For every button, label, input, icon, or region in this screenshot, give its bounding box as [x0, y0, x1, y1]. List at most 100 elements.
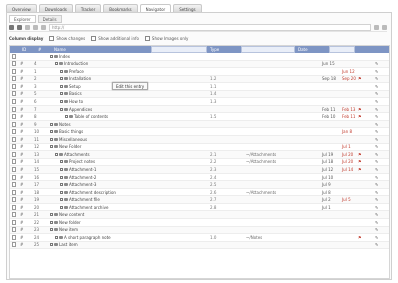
row-name[interactable]: New content [59, 212, 84, 217]
filter-option-images[interactable]: Show Images only [144, 35, 188, 41]
edit-icon[interactable]: ✎ [375, 91, 383, 96]
tree-expander-icon[interactable] [60, 167, 63, 171]
tree-expander-icon[interactable] [60, 92, 63, 96]
table-row[interactable]: #8 Table of contents 1.5 Feb 10 Feb 11 ⚑ ✎ [10, 113, 389, 121]
flag-icon[interactable] [358, 54, 366, 59]
flag-icon[interactable] [358, 69, 366, 74]
row-checkbox[interactable] [12, 159, 16, 165]
row-checkbox[interactable] [12, 182, 16, 188]
checkbox[interactable] [12, 204, 16, 210]
row-name[interactable]: Attachment archive [69, 205, 108, 210]
row-name[interactable]: Preface [69, 69, 84, 74]
table-row[interactable]: #2 Installation 1.2 Sep 18 Sep 20 ⚑ ✎ [10, 75, 389, 84]
checkbox[interactable] [12, 99, 16, 105]
tree-expander-icon[interactable] [50, 54, 53, 58]
checkbox[interactable] [12, 219, 16, 225]
row-name[interactable]: Appendices [69, 107, 92, 112]
tree-expander-icon[interactable] [60, 175, 63, 179]
header-id[interactable]: ID [20, 47, 36, 52]
row-name[interactable]: Attachments [64, 152, 90, 157]
table-row[interactable]: #17 Attachment-3 2.5 Jul 9 ✎ [10, 181, 389, 189]
table-row[interactable]: #5 Basics 1.4 ✎ [10, 90, 389, 99]
edit-icon[interactable]: ✎ [375, 137, 383, 142]
row-checkbox[interactable] [12, 76, 16, 82]
edit-icon[interactable] [375, 54, 383, 59]
row-checkbox[interactable] [12, 114, 16, 120]
flag-icon[interactable]: ⚑ [358, 235, 366, 240]
checkbox[interactable] [49, 35, 55, 41]
tree-expander-icon[interactable] [60, 77, 63, 81]
edit-icon[interactable]: ✎ [375, 220, 383, 225]
row-name[interactable]: A short paragraph note [64, 235, 111, 240]
row-name[interactable]: Last item [59, 242, 78, 247]
checkbox[interactable] [12, 114, 16, 120]
checkbox[interactable] [12, 121, 16, 127]
tree-expander-icon[interactable] [50, 213, 53, 217]
checkbox[interactable] [12, 151, 16, 157]
row-checkbox[interactable] [12, 189, 16, 195]
back-icon[interactable] [9, 24, 14, 30]
edit-icon[interactable]: ✎ [375, 84, 383, 89]
flag-icon[interactable] [358, 122, 366, 127]
flag-icon[interactable] [358, 175, 366, 180]
table-row[interactable]: #22 New folder ✎ [10, 219, 389, 227]
row-name[interactable]: Basics [69, 91, 82, 96]
row-name[interactable]: Notes [59, 122, 71, 127]
checkbox[interactable] [12, 68, 16, 74]
tree-expander-icon[interactable] [60, 190, 63, 194]
home-icon[interactable] [25, 24, 30, 30]
tree-expander-icon[interactable] [50, 243, 53, 247]
search-icon[interactable] [374, 24, 379, 30]
checkbox[interactable] [12, 197, 16, 203]
tree-expander-icon[interactable] [65, 115, 68, 119]
row-checkbox[interactable] [12, 144, 16, 150]
table-row[interactable]: #6 How to 1.3 ✎ [10, 98, 389, 106]
header-num[interactable]: # [36, 47, 52, 52]
edit-icon[interactable]: ✎ [375, 152, 383, 157]
table-row[interactable]: #7 Appendices Feb 11 Feb 13 ⚑ ✎ [10, 105, 389, 114]
tree-expander-icon[interactable] [50, 137, 53, 141]
row-name[interactable]: How to [69, 99, 83, 104]
tree-expander-icon[interactable] [50, 228, 53, 232]
flag-icon[interactable] [358, 99, 366, 104]
row-checkbox[interactable] [12, 83, 16, 89]
table-row[interactable]: #11 Miscellaneous ✎ [10, 136, 389, 144]
edit-icon[interactable]: ✎ [375, 227, 383, 232]
row-name[interactable]: New Folder [59, 144, 81, 149]
tree-expander-icon[interactable] [50, 220, 53, 224]
tree-expander-icon[interactable] [60, 84, 63, 88]
edit-icon[interactable]: ✎ [375, 144, 383, 149]
row-checkbox[interactable] [12, 106, 16, 112]
checkbox[interactable] [12, 189, 16, 195]
row-name[interactable]: Setup [69, 84, 81, 89]
table-row[interactable]: #16 Attachment-2 2.4 Jul 10 ✎ [10, 174, 389, 182]
checkbox[interactable] [12, 144, 16, 150]
refresh-icon[interactable] [33, 24, 38, 30]
flag-icon[interactable]: ⚑ [358, 114, 366, 119]
flag-icon[interactable] [358, 92, 366, 97]
checkbox[interactable] [12, 106, 16, 112]
tree-expander-icon[interactable] [50, 145, 53, 149]
checkbox[interactable] [12, 234, 16, 240]
row-checkbox[interactable] [12, 61, 16, 67]
row-checkbox[interactable] [12, 242, 16, 248]
row-checkbox[interactable] [12, 129, 16, 135]
row-checkbox[interactable] [12, 174, 16, 180]
edit-icon[interactable]: ✎ [375, 205, 383, 210]
row-name[interactable]: Basic things [59, 129, 83, 134]
table-row[interactable]: #15 Attachment-1 2.3 Jul 12 Jul 14 ⚑ ✎ [10, 166, 389, 174]
table-row[interactable]: #14 Project notes 2.2 ~/Attachments Jul 18 Ju… [10, 159, 389, 167]
flag-icon[interactable]: ⚑ [358, 152, 366, 157]
table-row[interactable]: #25 Last item ✎ [10, 241, 389, 250]
header-date[interactable]: Date [296, 47, 328, 52]
checkbox[interactable] [12, 91, 16, 97]
table-row[interactable]: #18 Attachment description 2.6 ~/Attachment… [10, 189, 389, 197]
flag-icon[interactable] [358, 197, 366, 202]
row-checkbox[interactable] [12, 234, 16, 240]
flag-icon[interactable] [358, 84, 366, 89]
checkbox[interactable] [12, 212, 16, 218]
edit-icon[interactable]: ✎ [375, 197, 383, 202]
flag-icon[interactable] [358, 205, 366, 210]
checkbox[interactable] [12, 129, 16, 135]
edit-icon[interactable]: ✎ [375, 129, 383, 134]
